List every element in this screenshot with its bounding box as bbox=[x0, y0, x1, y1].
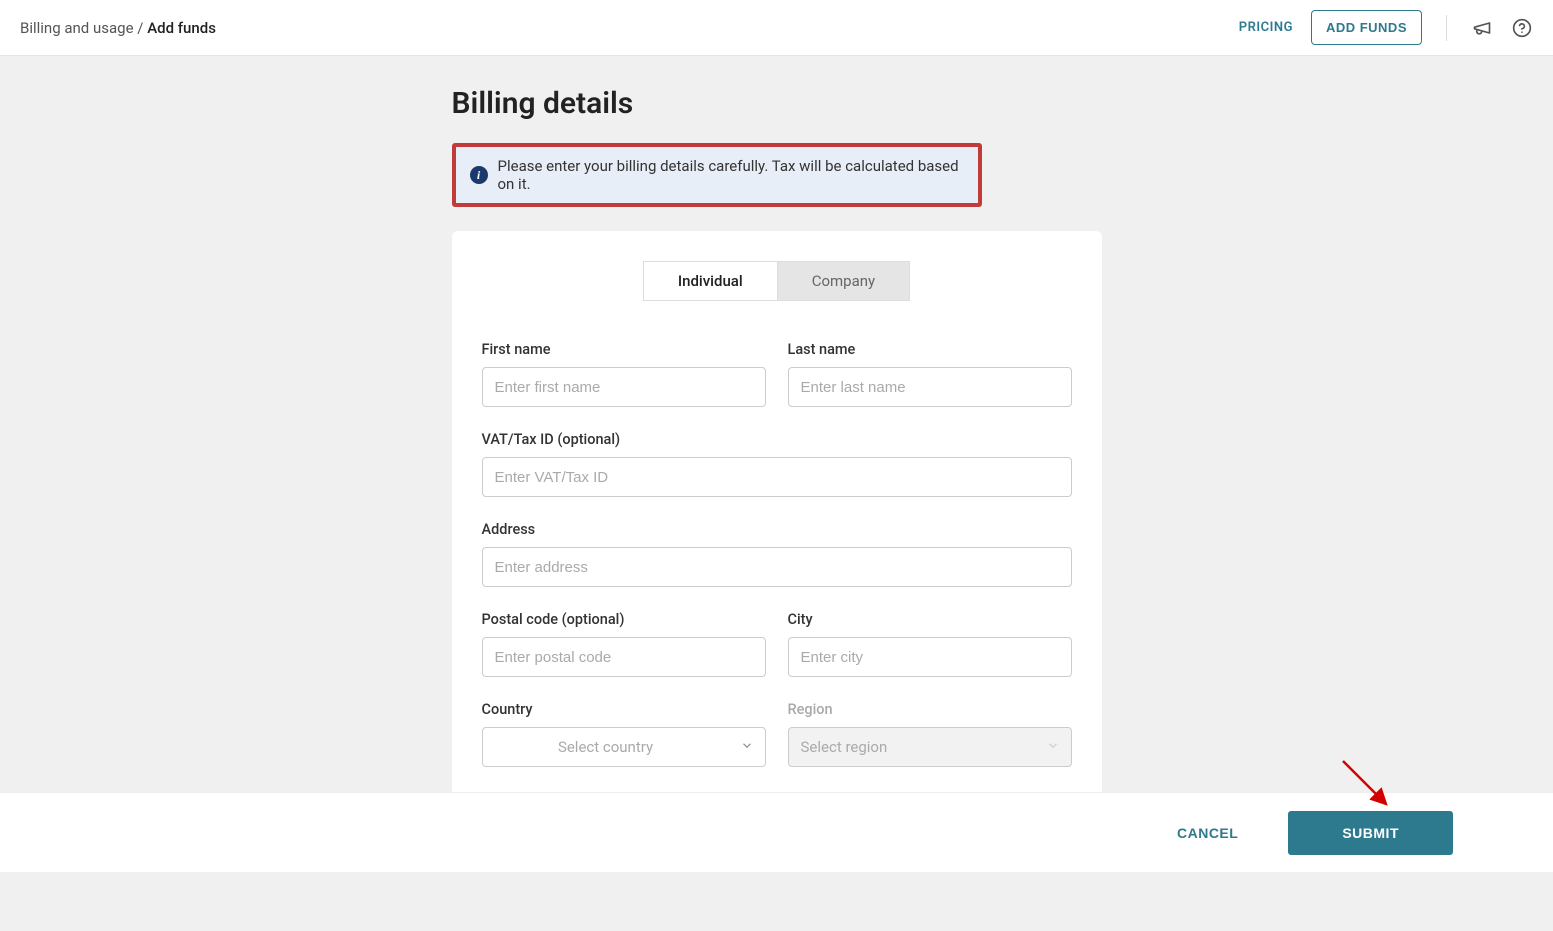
country-select[interactable]: Select country bbox=[482, 727, 766, 767]
vertical-divider bbox=[1446, 15, 1447, 41]
address-input[interactable] bbox=[482, 547, 1072, 587]
megaphone-icon[interactable] bbox=[1471, 17, 1493, 39]
info-message: Please enter your billing details carefu… bbox=[498, 157, 964, 193]
info-icon: i bbox=[470, 166, 488, 184]
submit-button[interactable]: SUBMIT bbox=[1288, 811, 1453, 855]
cancel-button[interactable]: CANCEL bbox=[1177, 825, 1238, 841]
billing-form-card: Individual Company First name Last name … bbox=[452, 231, 1102, 831]
breadcrumb-parent[interactable]: Billing and usage bbox=[20, 19, 134, 37]
account-type-tabs: Individual Company bbox=[482, 261, 1072, 301]
pricing-link[interactable]: PRICING bbox=[1239, 20, 1293, 35]
first-name-input[interactable] bbox=[482, 367, 766, 407]
vat-input[interactable] bbox=[482, 457, 1072, 497]
top-header: Billing and usage / Add funds PRICING AD… bbox=[0, 0, 1553, 56]
address-label: Address bbox=[482, 521, 1072, 538]
region-label: Region bbox=[788, 701, 1072, 718]
country-label: Country bbox=[482, 701, 766, 718]
last-name-label: Last name bbox=[788, 341, 1072, 358]
add-funds-button[interactable]: ADD FUNDS bbox=[1311, 10, 1422, 45]
page-title: Billing details bbox=[452, 86, 1102, 121]
first-name-label: First name bbox=[482, 341, 766, 358]
vat-label: VAT/Tax ID (optional) bbox=[482, 431, 1072, 448]
country-placeholder: Select country bbox=[558, 738, 653, 756]
header-actions: PRICING ADD FUNDS bbox=[1239, 10, 1533, 45]
info-banner: i Please enter your billing details care… bbox=[452, 143, 982, 207]
tab-individual[interactable]: Individual bbox=[643, 261, 778, 301]
region-placeholder: Select region bbox=[801, 738, 888, 756]
region-select: Select region bbox=[788, 727, 1072, 767]
breadcrumb-current: Add funds bbox=[147, 19, 216, 37]
last-name-input[interactable] bbox=[788, 367, 1072, 407]
help-icon[interactable] bbox=[1511, 17, 1533, 39]
footer-bar: CANCEL SUBMIT bbox=[0, 792, 1553, 872]
postal-input[interactable] bbox=[482, 637, 766, 677]
breadcrumb: Billing and usage / Add funds bbox=[20, 19, 216, 37]
tab-company[interactable]: Company bbox=[778, 261, 910, 301]
city-input[interactable] bbox=[788, 637, 1072, 677]
postal-label: Postal code (optional) bbox=[482, 611, 766, 628]
city-label: City bbox=[788, 611, 1072, 628]
breadcrumb-separator: / bbox=[134, 19, 148, 37]
